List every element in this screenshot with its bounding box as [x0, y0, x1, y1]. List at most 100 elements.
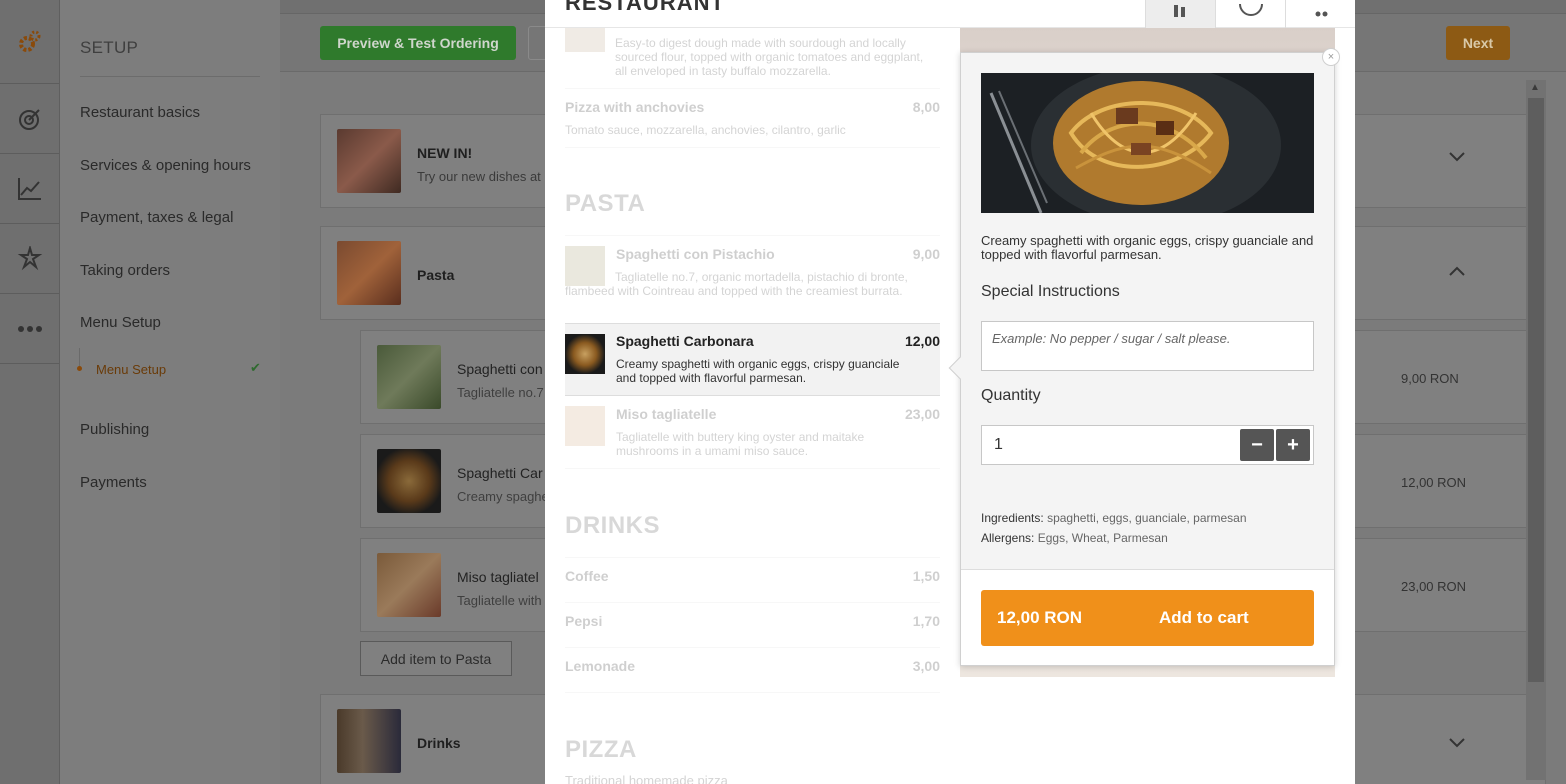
- next-button[interactable]: Next: [1446, 26, 1510, 60]
- chevron-up-icon[interactable]: [1449, 263, 1465, 281]
- add-item-button[interactable]: Add item to Pasta: [360, 641, 512, 676]
- sidebar-item-services[interactable]: Services & opening hours: [80, 157, 251, 174]
- menu-item-description: Easy-to digest dough made with sourdough…: [615, 36, 924, 78]
- nav-tools[interactable]: [0, 224, 59, 294]
- special-instructions-input[interactable]: Example: No pepper / sugar / salt please…: [981, 321, 1314, 371]
- divider: [565, 557, 940, 558]
- add-to-cart-button[interactable]: 12,00 RON Add to cart: [981, 590, 1314, 646]
- special-instructions-placeholder: Example: No pepper / sugar / salt please…: [992, 331, 1231, 346]
- sidebar-subitem-menu-setup[interactable]: Menu Setup: [96, 362, 166, 377]
- dish-price: 12,00 RON: [1401, 475, 1467, 490]
- chart-icon: [17, 177, 41, 200]
- divider: [565, 468, 940, 469]
- dish-description: Tagliatelle no.7: [457, 385, 544, 400]
- section-title-pasta: PASTA: [565, 190, 646, 217]
- sidebar-item-payment-taxes[interactable]: Payment, taxes & legal: [80, 209, 233, 226]
- menu-item-name: Pepsi: [565, 613, 603, 629]
- dish-price: 23,00 RON: [1401, 579, 1467, 594]
- sidebar-item-publishing[interactable]: Publishing: [80, 421, 149, 438]
- menu-item-name: Pizza with anchovies: [565, 99, 705, 115]
- menu-item-description: Creamy spaghetti with organic eggs, cris…: [616, 357, 900, 385]
- ingredients-label: Ingredients:: [981, 511, 1044, 525]
- ingredients-value: spaghetti, eggs, guanciale, parmesan: [1047, 511, 1247, 525]
- section-subtitle-pizza: Traditional homemade pizza: [565, 773, 728, 784]
- dish-name: Spaghetti Car: [457, 465, 543, 481]
- divider: [565, 235, 940, 236]
- nav-more[interactable]: [0, 294, 59, 364]
- increase-quantity-button[interactable]: +: [1276, 429, 1310, 461]
- menu-item-name: Spaghetti Carbonara: [616, 333, 754, 349]
- icon-bar: [0, 0, 60, 784]
- dish-description: Creamy spaghe: [457, 489, 549, 504]
- menu-item-price: 8,00: [912, 99, 940, 115]
- dish-description: Tagliatelle with: [457, 593, 542, 608]
- gear-icon: [18, 30, 40, 52]
- cart-icon: [1315, 11, 1327, 17]
- divider: [565, 647, 940, 648]
- category-image: [337, 129, 401, 193]
- menu-item-description: Tagliatelle no.7, organic mortadella, pi…: [565, 270, 908, 298]
- divider: [565, 692, 940, 693]
- close-icon[interactable]: ×: [1322, 48, 1340, 66]
- sidebar-item-payments[interactable]: Payments: [80, 474, 147, 491]
- menu-item-price: 9,00: [912, 246, 940, 262]
- category-title: NEW IN!: [417, 145, 473, 161]
- menu-icon: [1173, 5, 1185, 17]
- scrollbar-thumb[interactable]: [1528, 98, 1544, 682]
- category-title: Drinks: [417, 735, 461, 751]
- chevron-down-icon[interactable]: [1449, 149, 1465, 167]
- sidebar-title: SETUP: [80, 38, 139, 57]
- preview-test-ordering-button[interactable]: Preview & Test Ordering: [320, 26, 516, 60]
- section-title-drinks: DRINKS: [565, 512, 661, 539]
- cart-price: 12,00 RON: [997, 608, 1083, 627]
- chevron-down-icon[interactable]: [1449, 735, 1465, 753]
- page-scrollbar[interactable]: ▲: [1526, 80, 1546, 780]
- item-detail-popup: × Creamy spaghetti with organic eggs, cr…: [948, 48, 1340, 666]
- allergens-row: Allergens: Eggs, Wheat, Parmesan: [981, 531, 1168, 545]
- menu-item-name: Coffee: [565, 568, 609, 584]
- popup-footer: 12,00 RON Add to cart: [961, 569, 1334, 665]
- nav-reports[interactable]: [0, 154, 59, 224]
- category-title: Pasta: [417, 267, 455, 283]
- allergens-label: Allergens:: [981, 531, 1035, 545]
- dish-name: Spaghetti con: [457, 361, 543, 377]
- tab-menu[interactable]: [1145, 0, 1215, 28]
- divider: [565, 147, 940, 148]
- section-title-pizza: PIZZA: [565, 736, 637, 763]
- divider: [80, 76, 260, 77]
- menu-item-image: [565, 28, 605, 52]
- nav-setup[interactable]: [0, 0, 59, 84]
- menu-item-image: [565, 406, 605, 446]
- menu-item-spaghetti-carbonara-selected[interactable]: Spaghetti Carbonara 12,00 Creamy spaghet…: [565, 323, 940, 396]
- restaurant-title: RESTAURANT: [565, 0, 725, 15]
- info-icon: [1238, 4, 1263, 16]
- divider: [565, 602, 940, 603]
- dish-name: Miso tagliatel: [457, 569, 539, 585]
- category-subtitle: Try our new dishes at: [417, 169, 541, 184]
- nav-marketing[interactable]: [0, 84, 59, 154]
- menu-item-image: [565, 334, 605, 374]
- add-to-cart-label: Add to cart: [1159, 608, 1249, 627]
- menu-item-description: Tomato sauce, mozzarella, anchovies, cil…: [565, 123, 846, 137]
- divider: [565, 88, 940, 89]
- item-photo: [981, 73, 1314, 213]
- tab-cart[interactable]: [1285, 0, 1355, 28]
- decrease-quantity-button[interactable]: −: [1240, 429, 1274, 461]
- menu-item-price: 12,00: [904, 333, 940, 349]
- sidebar-item-restaurant-basics[interactable]: Restaurant basics: [80, 104, 200, 121]
- sidebar-item-menu-setup[interactable]: Menu Setup: [80, 314, 161, 331]
- tab-info[interactable]: [1215, 0, 1285, 28]
- category-image: [337, 709, 401, 773]
- sidebar-item-taking-orders[interactable]: Taking orders: [80, 262, 170, 279]
- menu-item-price: 1,50: [912, 568, 940, 584]
- item-description: Creamy spaghetti with organic eggs, cris…: [981, 233, 1314, 262]
- menu-item-price: 1,70: [912, 613, 940, 629]
- magic-icon: [17, 245, 42, 270]
- category-image: [337, 241, 401, 305]
- allergens-value: Eggs, Wheat, Parmesan: [1037, 531, 1168, 545]
- ingredients-row: Ingredients: spaghetti, eggs, guanciale,…: [981, 511, 1247, 525]
- menu-item-name: Lemonade: [565, 658, 636, 674]
- menu-item-name: Miso tagliatelle: [616, 406, 717, 422]
- scroll-up-icon[interactable]: ▲: [1530, 82, 1540, 93]
- quantity-label: Quantity: [981, 387, 1041, 404]
